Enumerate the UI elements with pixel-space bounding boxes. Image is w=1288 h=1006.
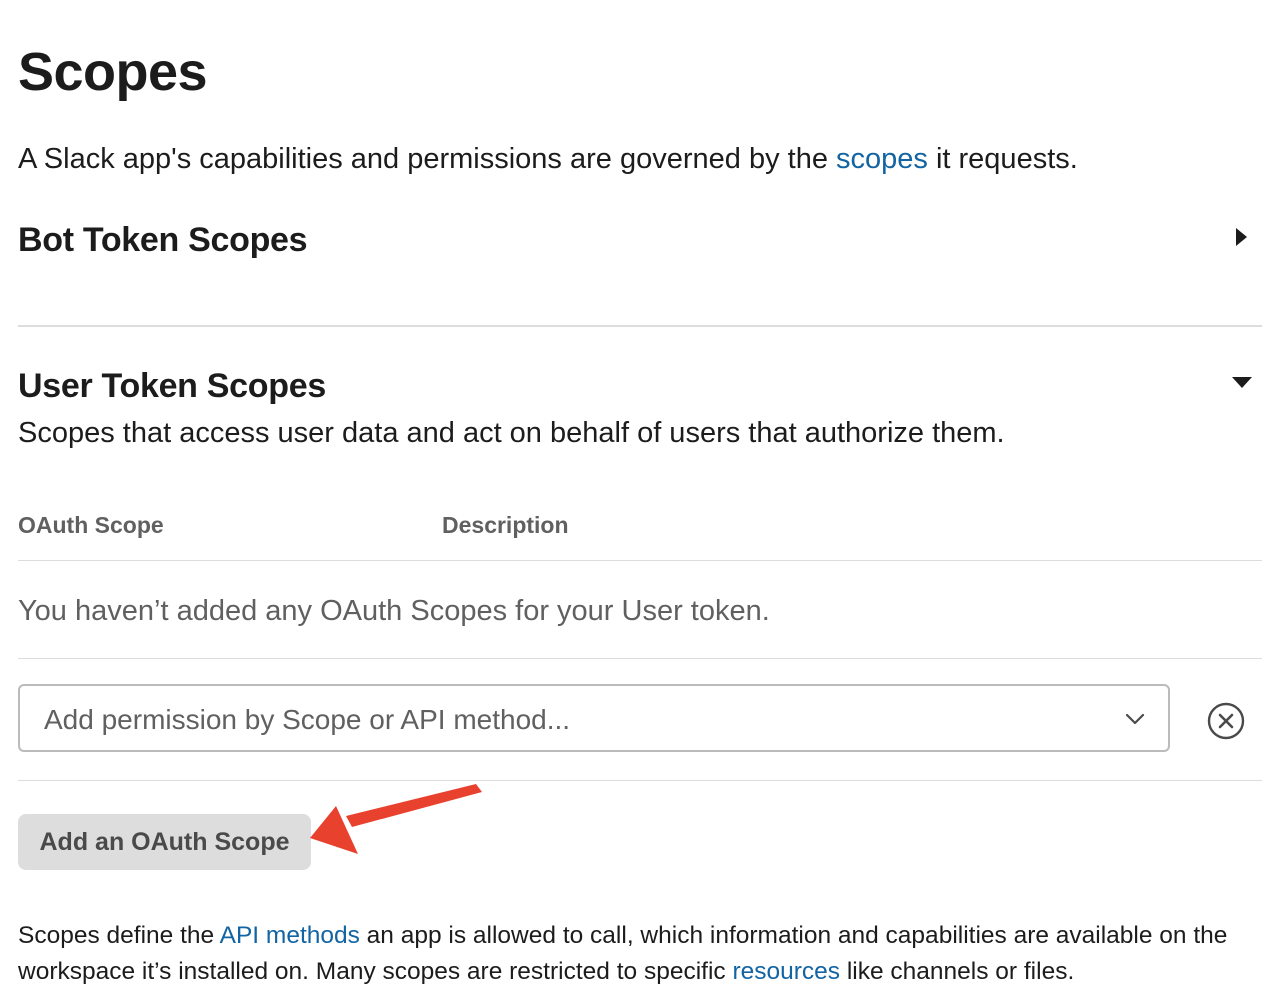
user-token-scopes-description: Scopes that access user data and act on … (18, 417, 1005, 449)
user-token-scopes-heading[interactable]: User Token Scopes (18, 364, 326, 408)
column-header-description: Description (442, 512, 569, 538)
add-oauth-scope-button[interactable]: Add an OAuth Scope (18, 814, 311, 870)
bot-token-scopes-heading[interactable]: Bot Token Scopes (18, 218, 308, 262)
scope-select-placeholder: Add permission by Scope or API method... (44, 704, 571, 735)
close-circle-icon[interactable] (1207, 702, 1245, 740)
resources-link[interactable]: resources (732, 958, 840, 985)
table-divider (18, 658, 1262, 659)
scopes-link[interactable]: scopes (836, 143, 928, 175)
column-header-oauth-scope: OAuth Scope (18, 512, 164, 538)
page-title: Scopes (18, 42, 208, 102)
scopes-footer-text: Scopes define the API methods an app is … (18, 918, 1268, 990)
select-divider (18, 780, 1262, 781)
caret-right-icon[interactable] (1236, 228, 1247, 246)
intro-text: A Slack app's capabilities and permissio… (18, 140, 1078, 178)
footer-text-3: like channels or files. (840, 958, 1075, 985)
intro-text-before: A Slack app's capabilities and permissio… (18, 143, 837, 175)
api-methods-link[interactable]: API methods (220, 922, 360, 949)
footer-text-1: Scopes define the (18, 922, 220, 949)
arrow-annotation-icon (310, 784, 482, 854)
caret-down-icon[interactable] (1232, 377, 1252, 388)
table-header-divider (18, 560, 1262, 561)
chevron-down-icon[interactable] (1124, 708, 1146, 730)
empty-scopes-message: You haven’t added any OAuth Scopes for y… (18, 595, 770, 627)
intro-text-after: it requests. (927, 143, 1078, 175)
scope-select-input[interactable]: Add permission by Scope or API method... (18, 684, 1170, 752)
section-divider (18, 325, 1262, 327)
